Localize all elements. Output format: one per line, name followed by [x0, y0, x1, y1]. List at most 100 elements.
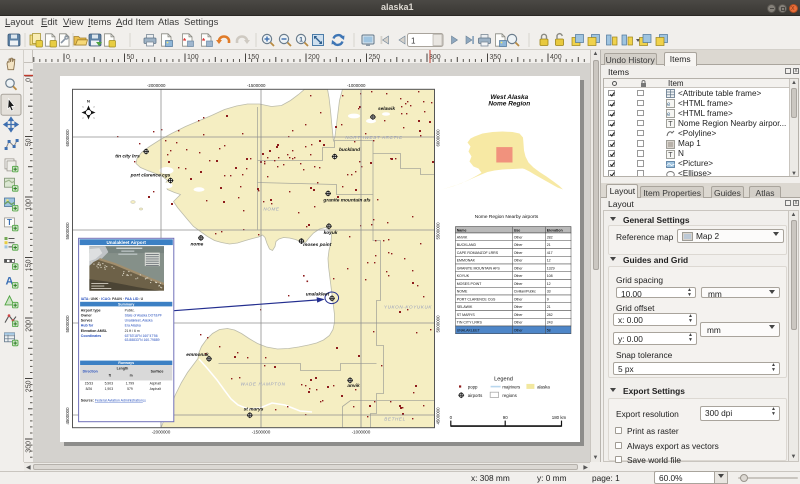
svg-text:Other: Other	[513, 250, 523, 254]
svg-text:nome: nome	[190, 242, 203, 247]
svg-text:Elevation: Elevation	[546, 228, 562, 232]
svg-text:BUCKLAND: BUCKLAND	[456, 243, 476, 247]
svg-text:ST MARYS: ST MARYS	[456, 312, 475, 316]
svg-text:SELAWIK: SELAWIK	[456, 305, 472, 309]
svg-text:21: 21	[546, 305, 550, 309]
svg-text:200: 200	[308, 54, 320, 61]
svg-text:8/26: 8/26	[85, 386, 92, 390]
svg-text:popp: popp	[467, 384, 477, 389]
svg-text:NOME: NOME	[263, 206, 280, 211]
svg-text:Runways: Runways	[118, 361, 134, 365]
svg-text:Era Alaska: Era Alaska	[124, 323, 140, 327]
svg-text:granite mountain afs: granite mountain afs	[322, 197, 371, 203]
svg-text:-2000000: -2000000	[151, 429, 170, 434]
svg-text:Airport type: Airport type	[80, 308, 100, 312]
svg-text:180 km: 180 km	[551, 415, 566, 420]
svg-text:PORT CLARENCE CGS: PORT CLARENCE CGS	[456, 297, 495, 301]
svg-text:Other: Other	[513, 297, 523, 301]
svg-text:N: N	[87, 98, 90, 103]
svg-text:Other: Other	[513, 266, 523, 270]
svg-text:tin city lrrs: tin city lrrs	[115, 153, 140, 159]
svg-text:WADE HAMPTON: WADE HAMPTON	[240, 381, 285, 386]
svg-text:1,903: 1,903	[104, 386, 113, 390]
svg-text:0: 0	[26, 78, 33, 82]
svg-text:-1500000: -1500000	[251, 429, 270, 434]
svg-text:Asphalt: Asphalt	[149, 381, 160, 385]
svg-text:1: 1	[411, 37, 416, 46]
svg-text:anvik: anvik	[347, 383, 360, 389]
svg-text:alaska: alaska	[537, 384, 550, 389]
svg-text:1329: 1329	[546, 266, 554, 270]
svg-text:regions: regions	[502, 393, 517, 398]
svg-text:250: 250	[26, 380, 33, 392]
svg-text:Elevation AMSL: Elevation AMSL	[80, 328, 107, 332]
svg-text:T: T	[668, 121, 673, 128]
svg-text:Coordinates: Coordinates	[80, 333, 100, 337]
svg-text:21 ft / 6 m: 21 ft / 6 m	[124, 328, 139, 332]
svg-text:CAPE ROMANZOF LRRS: CAPE ROMANZOF LRRS	[456, 250, 498, 254]
svg-text:21: 21	[546, 243, 550, 247]
svg-text:6000000: 6000000	[65, 128, 70, 146]
svg-text:Nome Region: Nome Region	[488, 100, 530, 107]
svg-text:buckland: buckland	[338, 147, 360, 153]
svg-text:0: 0	[66, 54, 70, 61]
svg-text:108: 108	[546, 274, 552, 278]
svg-text:100: 100	[187, 54, 199, 61]
svg-text:Public.: Public.	[124, 308, 134, 312]
svg-text:9: 9	[546, 297, 548, 301]
svg-text:Other: Other	[513, 235, 523, 239]
svg-text:350: 350	[490, 54, 502, 61]
svg-text:airports: airports	[467, 393, 482, 398]
svg-text:Summary: Summary	[118, 302, 134, 306]
svg-text:50: 50	[26, 138, 33, 146]
svg-text:282: 282	[546, 235, 552, 239]
svg-text:-1000000: -1000000	[351, 429, 370, 434]
svg-text:63.88833°N 160.79889: 63.88833°N 160.79889	[124, 337, 159, 341]
svg-text:50: 50	[127, 54, 135, 61]
svg-text:243: 243	[546, 320, 552, 324]
svg-text:Surface: Surface	[150, 369, 163, 373]
svg-text:100: 100	[26, 199, 33, 211]
svg-text:282: 282	[546, 312, 552, 316]
svg-text:Direction: Direction	[82, 369, 97, 373]
svg-text:Other: Other	[513, 305, 523, 309]
svg-text:6000000: 6000000	[435, 128, 440, 146]
svg-text:5500000: 5500000	[435, 221, 440, 239]
svg-text:400: 400	[550, 54, 562, 61]
svg-text:417: 417	[546, 250, 552, 254]
svg-text:T: T	[7, 218, 12, 227]
svg-text:EMMONAK: EMMONAK	[456, 258, 475, 262]
svg-text:Nome Region Nearby airports: Nome Region Nearby airports	[474, 214, 538, 220]
svg-text:MOSES POINT: MOSES POINT	[456, 281, 481, 285]
svg-text:Source: Federal Aviation Admin: Source: Federal Aviation Administration[…	[80, 398, 145, 402]
svg-text:m: m	[129, 373, 132, 377]
svg-text:Other: Other	[513, 281, 523, 285]
svg-text:selawik: selawik	[377, 106, 394, 112]
svg-text:Other: Other	[513, 274, 523, 278]
svg-text:koyuk: koyuk	[323, 229, 337, 235]
svg-text:Unalakleet Airport: Unalakleet Airport	[106, 239, 146, 244]
svg-text:200: 200	[26, 320, 33, 332]
svg-text:KOYUK: KOYUK	[456, 274, 469, 278]
svg-text:UNALAKLEET: UNALAKLEET	[456, 328, 480, 332]
svg-text:150: 150	[248, 54, 260, 61]
svg-text:Other: Other	[513, 320, 523, 324]
svg-text:300: 300	[26, 441, 33, 453]
svg-text:90: 90	[502, 415, 507, 420]
svg-text:15/33: 15/33	[84, 381, 93, 385]
svg-text:5000000: 5000000	[65, 314, 70, 332]
svg-text:-1500000: -1500000	[246, 83, 265, 88]
svg-text:Legend: Legend	[494, 376, 513, 382]
svg-text:-2000000: -2000000	[146, 83, 165, 88]
svg-text:TIN CITY LRRS: TIN CITY LRRS	[456, 320, 482, 324]
svg-text:emmonak: emmonak	[186, 352, 209, 358]
svg-text:Other: Other	[513, 328, 523, 332]
svg-text:st marys: st marys	[243, 406, 263, 412]
svg-text:NORTHWEST ARCTIC: NORTHWEST ARCTIC	[345, 135, 402, 140]
svg-text:IATA: UNK · ICAO: PAUN · FAA L: IATA: UNK · ICAO: PAUN · FAA LID: U	[80, 297, 143, 301]
svg-text:BETHEL: BETHEL	[384, 416, 405, 421]
svg-text:12: 12	[546, 258, 550, 262]
svg-text:250: 250	[369, 54, 381, 61]
svg-text:4500000: 4500000	[435, 406, 440, 424]
svg-text:Unalakleet, Alaska: Unalakleet, Alaska	[124, 318, 152, 322]
